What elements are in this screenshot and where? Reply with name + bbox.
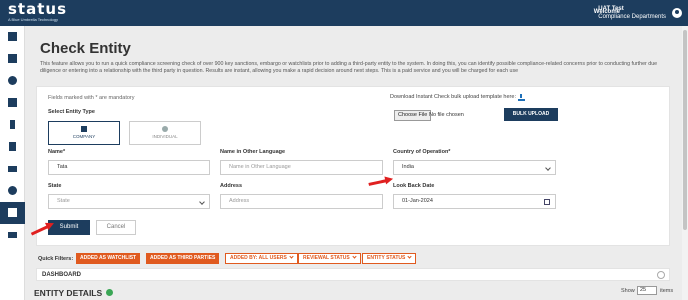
sidebar-item-billing[interactable] — [0, 114, 25, 136]
grid-icon — [8, 54, 17, 63]
entity-type-individual[interactable]: INDIVIDUAL — [129, 121, 201, 145]
submit-button[interactable]: Submit — [48, 220, 90, 235]
sidebar-item-menu[interactable] — [0, 224, 25, 246]
filter-entity-status[interactable]: ENTITY STATUS — [362, 253, 417, 264]
gear-icon — [8, 186, 17, 195]
chevron-down-icon — [545, 165, 551, 171]
building-icon — [81, 126, 87, 132]
entity-type-label: Select Entity Type — [48, 109, 95, 115]
logo-text: status — [8, 0, 67, 18]
state-select[interactable]: State — [48, 194, 210, 209]
lookback-date-value: 01-Jan-2024 — [402, 198, 433, 204]
expand-toggle-icon[interactable] — [657, 271, 665, 279]
entity-type-individual-label: INDIVIDUAL — [152, 134, 178, 139]
bulk-upload-button[interactable]: BULK UPLOAD — [504, 108, 558, 121]
cancel-button[interactable]: Cancel — [96, 220, 136, 235]
report-icon — [9, 142, 16, 151]
address-label: Address — [220, 183, 243, 189]
chart-icon — [8, 166, 17, 172]
name-input[interactable]: Tata — [48, 160, 210, 175]
filter-added-by[interactable]: ADDED BY: ALL USERS — [225, 253, 298, 264]
sidebar-item-watch[interactable] — [0, 70, 25, 92]
choose-file-button[interactable]: Choose File — [394, 110, 432, 121]
no-file-text: No file chosen — [429, 112, 464, 118]
country-select[interactable]: India — [393, 160, 556, 175]
filter-entity-status-label: ENTITY STATUS — [367, 255, 406, 261]
entity-type-company-label: COMPANY — [72, 134, 96, 139]
sidebar-item-analytics[interactable] — [0, 158, 25, 180]
scrollbar-thumb[interactable] — [683, 30, 687, 230]
filter-reviewal-status[interactable]: REVIEWAL STATUS — [298, 253, 361, 264]
sidebar-item-table[interactable] — [0, 26, 25, 48]
items-label: items — [660, 288, 674, 294]
filter-added-as-third-parties[interactable]: ADDED AS THIRD PARTIES — [146, 253, 220, 264]
download-icon[interactable] — [518, 94, 525, 101]
person-icon — [162, 126, 168, 132]
other-language-label: Name in Other Language — [220, 149, 286, 155]
top-bar: status A Blue Umbrella Technology Welcom… — [0, 0, 688, 26]
table-icon — [8, 32, 17, 41]
user-check-icon — [8, 208, 17, 217]
lookback-date-input[interactable]: 01-Jan-2024 — [393, 194, 556, 209]
info-icon[interactable] — [106, 289, 113, 296]
user-name: UAT Test — [598, 6, 624, 12]
quick-filters-label: Quick Filters: — [38, 256, 74, 262]
country-label: Country of Operation* — [393, 149, 451, 155]
user-avatar-icon[interactable] — [672, 8, 682, 18]
dollar-icon — [10, 120, 15, 129]
menu-icon — [8, 232, 17, 238]
sidebar-item-reports[interactable] — [0, 136, 25, 158]
calendar-icon[interactable] — [544, 199, 550, 205]
sidebar-item-grid[interactable] — [0, 48, 25, 70]
page-description: This feature allows you to run a quick c… — [40, 61, 658, 74]
address-input[interactable]: Address — [220, 194, 383, 209]
chevron-down-icon — [199, 199, 205, 205]
page-size-select[interactable]: 25 — [637, 286, 657, 295]
other-language-input[interactable]: Name in Other Language — [220, 160, 383, 175]
eye-icon — [8, 76, 17, 85]
filter-added-as-watchlist[interactable]: ADDED AS WATCHLIST — [76, 253, 141, 264]
state-label: State — [48, 183, 62, 189]
dashboard-section[interactable]: DASHBOARD — [36, 268, 670, 281]
show-label: Show — [621, 288, 635, 294]
entity-type-company[interactable]: COMPANY — [48, 121, 120, 145]
name-label: Name* — [48, 149, 66, 155]
download-template-text: Download Instant Check bulk upload templ… — [390, 94, 516, 100]
chevron-down-icon — [407, 254, 412, 259]
country-value: India — [402, 164, 414, 170]
mandatory-note: Fields marked with * are mandatory — [48, 95, 135, 101]
state-value: State — [57, 198, 70, 204]
chevron-down-icon — [289, 254, 294, 259]
filter-reviewal-status-label: REVIEWAL STATUS — [303, 255, 350, 261]
sidebar — [0, 26, 25, 300]
chevron-down-icon — [352, 254, 357, 259]
entity-details-title: ENTITY DETAILS — [34, 288, 103, 298]
page-title: Check Entity — [40, 40, 131, 57]
user-department: Compliance Departments — [598, 14, 666, 20]
sidebar-item-documents[interactable] — [0, 92, 25, 114]
app-logo[interactable]: status A Blue Umbrella Technology — [8, 0, 67, 23]
dashboard-label: DASHBOARD — [42, 272, 81, 278]
user-info[interactable]: UAT Test Compliance Departments — [598, 5, 666, 21]
lookback-date-label: Look Back Date — [393, 183, 435, 189]
document-edit-icon — [8, 98, 17, 107]
check-entity-form: Fields marked with * are mandatory Selec… — [36, 86, 670, 246]
filter-added-by-label: ADDED BY: ALL USERS — [230, 255, 287, 261]
sidebar-item-settings[interactable] — [0, 180, 25, 202]
sidebar-item-check-entity[interactable] — [0, 202, 25, 224]
